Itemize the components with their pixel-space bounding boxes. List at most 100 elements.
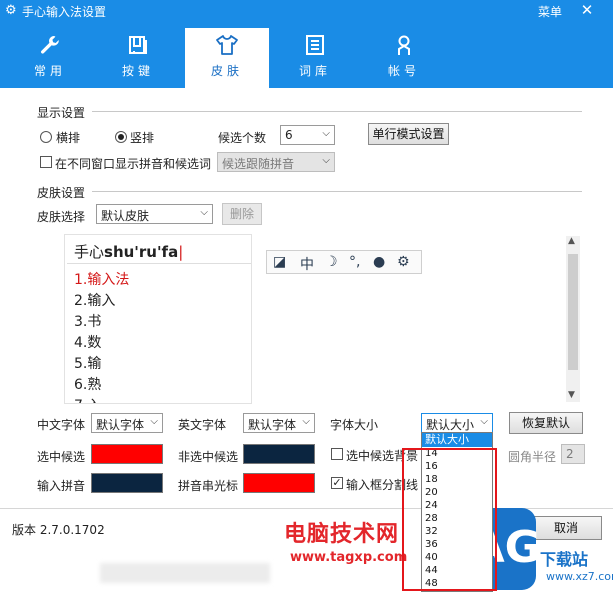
chevron-down-icon: ⌵ bbox=[322, 155, 330, 166]
english-font-select[interactable]: 默认字体 ⌵ bbox=[243, 413, 315, 433]
section-divider bbox=[92, 191, 582, 192]
english-font-label: 英文字体 bbox=[178, 418, 227, 432]
separate-window-label: 在不同窗口显示拼音和候选词 bbox=[55, 157, 212, 171]
font-size-label: 字体大小 bbox=[330, 418, 379, 432]
menu-button[interactable]: 菜单 bbox=[538, 3, 562, 20]
preview-toolbar: ◪ 中 ☽ °, ● ⚙ bbox=[266, 250, 422, 274]
app-gear-icon: ⚙ bbox=[5, 3, 17, 18]
horizontal-radio[interactable] bbox=[40, 131, 52, 143]
scrollbar-thumb[interactable] bbox=[568, 254, 578, 370]
close-button[interactable]: ✕ bbox=[572, 1, 602, 19]
preview-candidate: 3.书 bbox=[74, 314, 102, 330]
tab-dictionary[interactable]: 词库 bbox=[273, 28, 357, 88]
tab-label: 帐号 bbox=[387, 64, 420, 78]
tab-label: 常用 bbox=[33, 64, 66, 78]
chevron-down-icon: ⌵ bbox=[200, 207, 208, 218]
blurred-area bbox=[100, 563, 270, 583]
input-pinyin-color[interactable] bbox=[91, 473, 163, 493]
vertical-label: 竖排 bbox=[130, 131, 155, 145]
skin-select-value: 默认皮肤 bbox=[101, 209, 150, 223]
chinese-mode-icon: 中 bbox=[300, 257, 314, 273]
input-divider-checkbox[interactable]: ✓ bbox=[331, 477, 343, 489]
chevron-down-icon: ⌵ bbox=[322, 128, 330, 139]
font-size-option[interactable]: 默认大小 bbox=[422, 433, 492, 447]
single-row-settings-button[interactable]: 单行模式设置 bbox=[368, 123, 449, 145]
watermark-text: 电脑技术网 bbox=[284, 522, 400, 547]
chinese-font-select[interactable]: 默认字体 ⌵ bbox=[91, 413, 163, 433]
preview-divider bbox=[67, 263, 251, 264]
chevron-down-icon: ⌵ bbox=[480, 416, 488, 427]
version-text: 版本 2.7.0.1702 bbox=[12, 523, 105, 537]
preview-candidate: 2.输入 bbox=[74, 293, 116, 309]
unselected-candidate-color[interactable] bbox=[243, 444, 315, 464]
highlight-box bbox=[402, 448, 497, 591]
watermark-url: www.tagxp.com bbox=[290, 550, 408, 565]
moon-icon: ☽ bbox=[325, 254, 338, 270]
input-pinyin-label: 输入拼音 bbox=[37, 479, 86, 493]
delete-skin-button[interactable]: 删除 bbox=[222, 203, 262, 225]
user-icon: ● bbox=[373, 254, 386, 270]
skin-select-label: 皮肤选择 bbox=[37, 210, 86, 224]
pinyin-cursor-label: 拼音串光标 bbox=[178, 479, 239, 493]
english-font-value: 默认字体 bbox=[248, 418, 297, 432]
preview-candidate: 6.熟 bbox=[74, 377, 102, 393]
skin-select[interactable]: 默认皮肤 ⌵ bbox=[96, 204, 213, 224]
tab-label: 皮肤 bbox=[210, 64, 243, 78]
unselected-candidate-label: 非选中候选 bbox=[178, 450, 239, 464]
candidate-count-label: 候选个数 bbox=[218, 131, 267, 145]
preview-scrollbar[interactable]: ▲ ▼ bbox=[566, 236, 580, 402]
gear-icon: ⚙ bbox=[397, 254, 410, 270]
scroll-down-icon[interactable]: ▼ bbox=[568, 390, 575, 400]
display-section-title: 显示设置 bbox=[37, 106, 86, 120]
preview-pinyin: 手心shu'ru'fa| bbox=[74, 243, 184, 261]
candidate-count-select[interactable]: 6 ⌵ bbox=[280, 125, 335, 145]
selected-candidate-label: 选中候选 bbox=[37, 450, 86, 464]
selected-candidate-color[interactable] bbox=[91, 444, 163, 464]
font-size-select[interactable]: 默认大小 ⌵ bbox=[421, 413, 493, 433]
chevron-down-icon: ⌵ bbox=[302, 416, 310, 427]
horizontal-label: 横排 bbox=[56, 131, 81, 145]
preview-candidate: 5.输 bbox=[74, 356, 102, 372]
follow-pinyin-select[interactable]: 候选跟随拼音 ⌵ bbox=[217, 152, 335, 172]
font-size-value: 默认大小 bbox=[426, 418, 475, 432]
tab-label: 按键 bbox=[121, 64, 154, 78]
preview-candidate: 1.输入法 bbox=[74, 272, 130, 288]
tab-common[interactable]: 常用 bbox=[8, 28, 92, 88]
tab-label: 词库 bbox=[298, 64, 331, 78]
tab-account[interactable]: 帐号 bbox=[362, 28, 446, 88]
tab-skin[interactable]: 皮肤 bbox=[185, 28, 269, 88]
select-icon: ◪ bbox=[273, 254, 287, 270]
skin-section-title: 皮肤设置 bbox=[37, 186, 86, 200]
radius-label: 圆角半径 bbox=[508, 450, 557, 464]
separate-window-checkbox[interactable] bbox=[40, 156, 52, 168]
scroll-up-icon[interactable]: ▲ bbox=[568, 236, 575, 246]
chinese-font-value: 默认字体 bbox=[96, 418, 145, 432]
vertical-radio[interactable] bbox=[115, 131, 127, 143]
follow-pinyin-value: 候选跟随拼音 bbox=[222, 157, 295, 171]
watermark-site-url: www.xz7.com bbox=[546, 570, 613, 583]
keyboard-icon bbox=[96, 34, 180, 60]
tab-bar: 常用 按键 皮肤 词库 帐号 bbox=[0, 22, 613, 88]
shirt-icon bbox=[185, 34, 269, 60]
candidate-count-value: 6 bbox=[285, 128, 293, 142]
radius-value: 2 bbox=[566, 447, 574, 461]
chinese-font-label: 中文字体 bbox=[37, 418, 86, 432]
preview-pinyin-input: shu'ru'fa bbox=[104, 243, 179, 261]
window-title: 手心输入法设置 bbox=[22, 5, 107, 19]
watermark-site: 下载站 bbox=[540, 550, 589, 569]
restore-default-button[interactable]: 恢复默认 bbox=[509, 412, 583, 434]
title-bar: ⚙ 手心输入法设置 菜单 ✕ bbox=[0, 0, 613, 22]
book-icon bbox=[273, 34, 357, 60]
selected-bg-checkbox[interactable] bbox=[331, 448, 343, 460]
user-icon bbox=[362, 34, 446, 60]
preview-candidate: 7.入 bbox=[74, 395, 101, 403]
cancel-button[interactable]: 取消 bbox=[530, 516, 602, 540]
pinyin-cursor-color[interactable] bbox=[243, 473, 315, 493]
skin-preview: 手心shu'ru'fa| 1.输入法 2.输入 3.书 4.数 5.输 6.熟 … bbox=[64, 234, 252, 404]
preview-pinyin-prefix: 手心 bbox=[74, 243, 105, 261]
wrench-icon bbox=[8, 34, 92, 60]
radius-input[interactable]: 2 bbox=[561, 444, 585, 464]
punctuation-icon: °, bbox=[349, 254, 361, 270]
preview-candidate: 4.数 bbox=[74, 335, 102, 351]
tab-keys[interactable]: 按键 bbox=[96, 28, 180, 88]
